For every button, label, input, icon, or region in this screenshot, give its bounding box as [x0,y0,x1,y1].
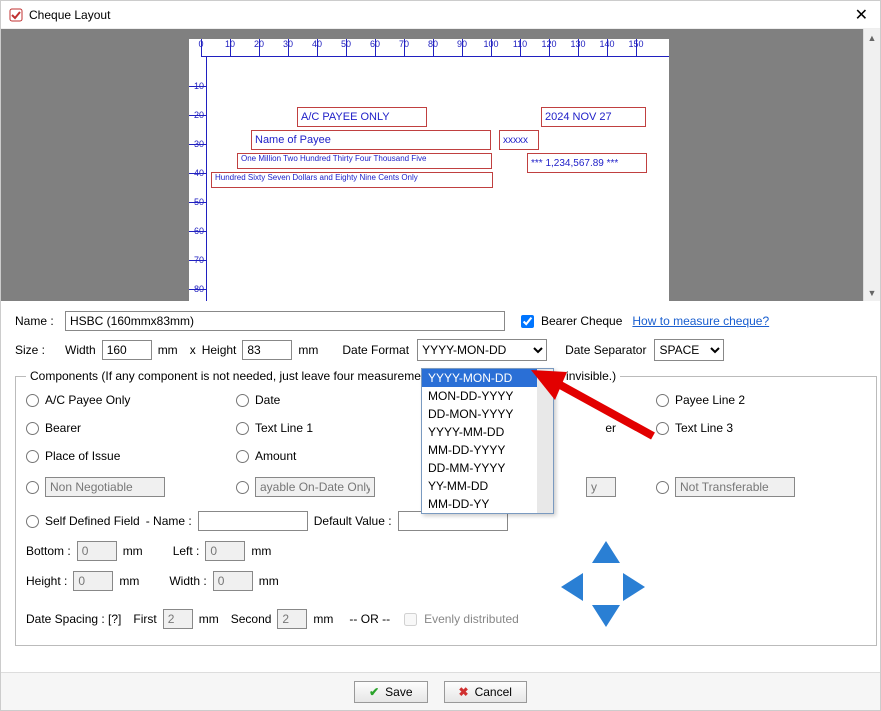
button-bar: ✔Save ✖Cancel [1,672,880,710]
date-format-select[interactable]: YYYY-MON-DD [417,339,547,361]
cheque-layout-window: Cheque Layout ✕ 010203040506070809010011… [0,0,881,711]
dim-width-input[interactable] [213,571,253,591]
field-ac-payee[interactable]: A/C PAYEE ONLY [297,107,427,127]
cancel-button[interactable]: ✖Cancel [444,681,527,703]
check-icon: ✔ [369,685,379,699]
self-defined-name-input[interactable] [198,511,308,531]
radio-non-negotiable[interactable] [26,477,236,497]
radio-payable-on-date[interactable] [236,477,446,497]
nudge-down-button[interactable] [592,605,620,627]
radio-payee-line2[interactable]: Payee Line 2 [656,393,866,407]
scroll-up-icon[interactable]: ▲ [864,29,880,46]
date-format-option[interactable]: MM-DD-YYYY [422,441,553,459]
evenly-distributed-checkbox[interactable]: Evenly distributed [400,610,519,629]
field-bearer-x[interactable]: xxxxx [499,130,539,150]
width-label: Width [65,343,96,357]
date-format-dropdown-popup[interactable]: YYYY-MON-DDMON-DD-YYYYDD-MON-YYYYYYYY-MM… [421,368,554,514]
field-date[interactable]: 2024 NOV 27 [541,107,646,127]
size-label: Size : [15,343,65,357]
name-input[interactable] [65,311,505,331]
field-amount-words2[interactable]: Hundred Sixty Seven Dollars and Eighty N… [211,172,493,188]
titlebar: Cheque Layout ✕ [1,1,880,29]
dim-height-input[interactable] [73,571,113,591]
field-payee[interactable]: Name of Payee [251,130,491,150]
date-format-label: Date Format [342,343,409,357]
width-input[interactable] [102,340,152,360]
date-format-option[interactable]: YYYY-MM-DD [422,423,553,441]
nudge-arrows [551,541,661,641]
radio-ac-payee[interactable]: A/C Payee Only [26,393,236,407]
radio-text-line1[interactable]: Text Line 1 [236,421,446,435]
ruler-canvas: 0102030405060708090100110120130140150 10… [189,39,669,301]
vertical-ruler: 1020304050607080 [189,57,207,301]
radio-date[interactable]: Date [236,393,446,407]
app-icon [9,8,23,22]
self-defined-default-input[interactable] [398,511,508,531]
nudge-right-button[interactable] [623,573,645,601]
date-format-option[interactable]: YY-MM-DD [422,477,553,495]
radio-bearer[interactable]: Bearer [26,421,236,435]
date-separator-select[interactable]: SPACE [654,339,724,361]
radio-place-of-issue[interactable]: Place of Issue [26,449,236,463]
measure-cheque-link[interactable]: How to measure cheque? [632,314,769,328]
nudge-up-button[interactable] [592,541,620,563]
dropdown-scrollbar[interactable] [537,369,553,513]
close-icon[interactable]: ✕ [851,5,872,25]
height-input[interactable] [242,340,292,360]
date-format-option[interactable]: MM-DD-YY [422,495,553,513]
date-spacing-label: Date Spacing : [?] [26,612,121,626]
cross-icon: ✖ [459,685,469,699]
cheque-preview-area: 0102030405060708090100110120130140150 10… [1,29,880,301]
preview-scrollbar[interactable]: ▲ ▼ [863,29,880,301]
height-label: Height [202,343,237,357]
bottom-input[interactable] [77,541,117,561]
horizontal-ruler: 0102030405060708090100110120130140150 [201,39,669,57]
nudge-left-button[interactable] [561,573,583,601]
field-amount-words1[interactable]: One Million Two Hundred Thirty Four Thou… [237,153,492,169]
radio-amount[interactable]: Amount [236,449,446,463]
radio-self-defined[interactable]: Self Defined Field [26,514,140,528]
date-format-option[interactable]: YYYY-MON-DD [422,369,553,387]
radio-text-line3[interactable]: Text Line 3 [656,421,866,435]
date-separator-label: Date Separator [565,343,646,357]
date-format-option[interactable]: DD-MM-YYYY [422,459,553,477]
date-format-option[interactable]: DD-MON-YYYY [422,405,553,423]
window-title: Cheque Layout [29,8,851,22]
radio-not-transferable[interactable] [656,477,866,497]
bearer-cheque-check[interactable] [521,315,534,328]
date-spacing-first[interactable] [163,609,193,629]
scroll-down-icon[interactable]: ▼ [864,284,880,301]
date-format-option[interactable]: MON-DD-YYYY [422,387,553,405]
bearer-cheque-checkbox[interactable]: Bearer Cheque [517,312,622,331]
field-amount-num[interactable]: *** 1,234,567.89 *** [527,153,647,173]
left-input[interactable] [205,541,245,561]
date-spacing-second[interactable] [277,609,307,629]
save-button[interactable]: ✔Save [354,681,427,703]
name-label: Name : [15,314,65,328]
cheque-canvas: A/C PAYEE ONLY 2024 NOV 27 Name of Payee… [207,57,669,301]
